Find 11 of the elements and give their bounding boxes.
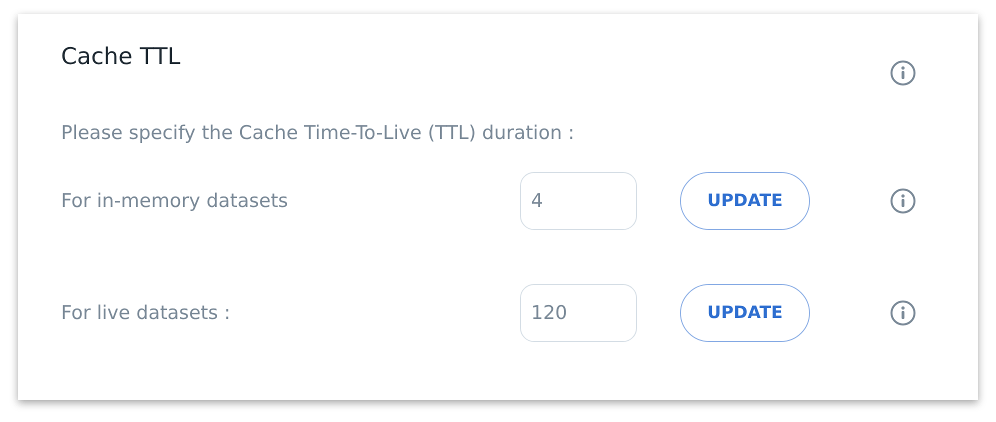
ttl-input[interactable]: 4 bbox=[520, 172, 637, 230]
update-button[interactable]: UPDATE bbox=[680, 284, 810, 342]
ttl-input[interactable]: 120 bbox=[520, 284, 637, 342]
setting-label: For in-memory datasets bbox=[61, 190, 290, 212]
description-text: Please specify the Cache Time-To-Live (TTL) duration : bbox=[61, 122, 576, 144]
update-button[interactable]: UPDATE bbox=[680, 172, 810, 230]
info-icon[interactable] bbox=[890, 60, 916, 86]
setting-label: For live datasets : bbox=[61, 302, 232, 324]
info-icon[interactable] bbox=[890, 188, 916, 214]
card-title: Cache TTL bbox=[61, 44, 180, 70]
info-icon[interactable] bbox=[890, 300, 916, 326]
